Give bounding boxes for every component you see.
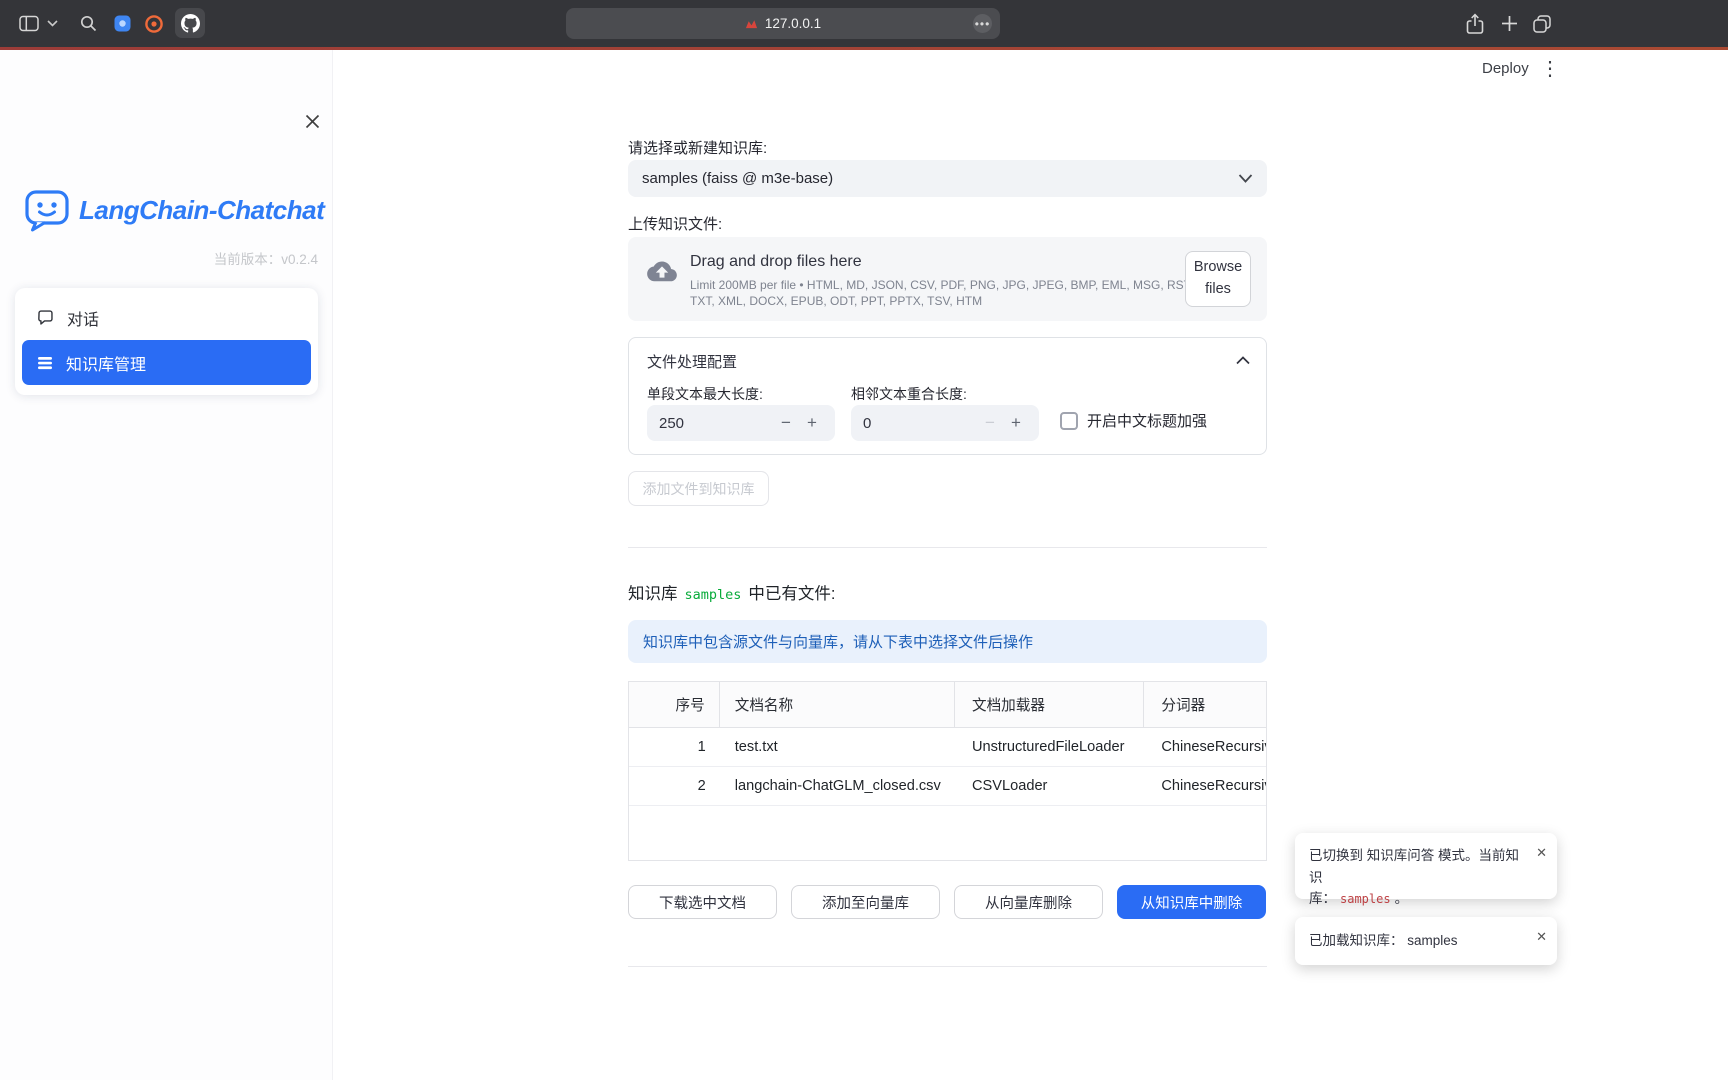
chevron-up-icon[interactable] [1236,352,1250,370]
increment-icon[interactable]: + [799,413,825,433]
sidebar-item-chat[interactable]: 对话 [22,295,311,340]
close-icon[interactable]: ✕ [1536,843,1547,864]
favorite-orange-icon[interactable] [142,0,166,47]
file-config-expander: 文件处理配置 单段文本最大长度: 相邻文本重合长度: 250 − + 0 − +… [628,337,1267,455]
overlap-label: 相邻文本重合长度: [851,384,967,404]
chat-bubble-icon [36,308,55,327]
info-banner: 知识库中包含源文件与向量库，请从下表中选择文件后操作 [628,620,1267,663]
share-icon[interactable] [1462,0,1488,47]
sidebar-menu: 对话 知识库管理 [15,288,318,395]
zh-title-enhance-checkbox[interactable]: 开启中文标题加强 [1060,410,1207,431]
tab-overview-icon[interactable] [1528,0,1556,47]
browse-files-button[interactable]: Browse files [1185,251,1251,307]
chevron-down-icon [1238,170,1253,187]
cell-index: 1 [629,728,720,766]
column-header-splitter[interactable]: 分词器 [1144,682,1266,727]
url-text: 127.0.0.1 [765,16,821,31]
kb-files-heading: 知识库 samples 中已有文件: [628,580,836,604]
delete-from-vector-store-button[interactable]: 从向量库删除 [954,885,1103,919]
checkbox-label: 开启中文标题加强 [1087,410,1207,431]
version-label: 当前版本：v0.2.4 [214,248,318,268]
sidebar-close-icon[interactable] [299,108,325,134]
sidebar-item-kb-management[interactable]: 知识库管理 [22,340,311,385]
cloud-upload-icon [645,259,679,285]
cell-doc-name: langchain-ChatGLM_closed.csv [720,767,955,805]
column-header-loader[interactable]: 文档加载器 [955,682,1144,727]
cell-loader: UnstructuredFileLoader [955,728,1144,766]
kb-name-code: samples [685,587,742,603]
divider [628,966,1267,967]
toast-text: 。 [1395,891,1409,906]
page-options-icon[interactable]: ••• [973,14,992,33]
toast-kb-code: samples [1340,892,1391,906]
download-selected-docs-button[interactable]: 下载选中文档 [628,885,777,919]
decrement-icon[interactable]: − [773,413,799,433]
checkbox-box[interactable] [1060,412,1078,430]
cell-loader: CSVLoader [955,767,1144,805]
kb-selectbox[interactable]: samples (faiss @ m3e-base) [628,160,1267,197]
table-row[interactable]: 1 test.txt UnstructuredFileLoader Chines… [629,728,1266,767]
favorite-blue-icon[interactable] [110,0,134,47]
github-icon[interactable] [175,8,205,38]
column-header-doc-name[interactable]: 文档名称 [720,682,955,727]
file-dropzone[interactable]: Drag and drop files here Limit 200MB per… [628,237,1267,321]
toast-kb-loaded: 已加载知识库： samples ✕ [1295,917,1557,965]
divider [628,547,1267,548]
sidebar-toggle-icon[interactable] [14,0,44,47]
toast-text: 已切换到 知识库问答 模式。当前知识 [1309,848,1519,885]
add-to-vector-store-button[interactable]: 添加至向量库 [791,885,940,919]
add-files-to-kb-button[interactable]: 添加文件到知识库 [628,471,769,506]
column-header-index[interactable]: 序号 [629,682,720,727]
app-title: LangChain-Chatchat [79,195,324,226]
upload-label: 上传知识文件: [628,213,722,234]
table-action-buttons: 下载选中文档 添加至向量库 从向量库删除 从知识库中删除 [628,885,1266,919]
search-icon[interactable] [75,0,101,47]
max-length-value: 250 [659,415,773,432]
decrement-icon[interactable]: − [977,413,1003,433]
sidebar-item-label: 对话 [67,306,99,330]
delete-from-kb-button[interactable]: 从知识库中删除 [1117,885,1266,919]
deploy-button[interactable]: Deploy [1482,60,1529,77]
expander-title[interactable]: 文件处理配置 [647,351,737,372]
logo-robot-icon [24,188,70,232]
knowledge-base-icon [36,354,54,372]
sidebar: LangChain-Chatchat 当前版本：v0.2.4 对话 知识库管理 [0,50,333,1080]
cell-splitter: ChineseRecursive [1144,728,1266,766]
toast-text: 已加载知识库： samples [1309,930,1458,952]
dropzone-limit-line1: Limit 200MB per file • HTML, MD, JSON, C… [690,278,1195,292]
cell-doc-name: test.txt [720,728,955,766]
url-bar[interactable]: 127.0.0.1 ••• [566,8,1000,39]
chevron-down-icon[interactable] [44,0,60,47]
toast-mode-switched: 已切换到 知识库问答 模式。当前知识 库：samples。 ✕ [1295,833,1557,899]
app-logo: LangChain-Chatchat [24,188,324,232]
browser-toolbar: 127.0.0.1 ••• [0,0,1728,47]
sidebar-item-label: 知识库管理 [66,351,146,375]
kb-selected-value: samples (faiss @ m3e-base) [642,170,833,187]
info-text: 知识库中包含源文件与向量库，请从下表中选择文件后操作 [643,631,1033,652]
overlap-value: 0 [863,415,977,432]
increment-icon[interactable]: + [1003,413,1029,433]
kb-select-label: 请选择或新建知识库: [628,137,767,158]
table-header-row: 序号 文档名称 文档加载器 分词器 [629,682,1266,728]
heading-suffix: 中已有文件: [748,580,835,604]
toast-text: 库： [1309,891,1336,906]
new-tab-icon[interactable] [1496,0,1522,47]
max-length-label: 单段文本最大长度: [647,384,763,404]
heading-prefix: 知识库 [628,580,678,604]
dropzone-limit-line2: TXT, XML, DOCX, EPUB, ODT, PPT, PPTX, TS… [690,294,1195,308]
cell-index: 2 [629,767,720,805]
cell-splitter: ChineseRecursive [1144,767,1266,805]
overlap-input[interactable]: 0 − + [851,405,1039,441]
site-icon [745,18,758,30]
menu-kebab-icon[interactable]: ⋮ [1540,57,1560,81]
files-table: 序号 文档名称 文档加载器 分词器 1 test.txt Unstructure… [628,681,1267,861]
close-icon[interactable]: ✕ [1536,927,1547,948]
table-row[interactable]: 2 langchain-ChatGLM_closed.csv CSVLoader… [629,767,1266,806]
dropzone-title: Drag and drop files here [690,253,862,271]
max-length-input[interactable]: 250 − + [647,405,835,441]
